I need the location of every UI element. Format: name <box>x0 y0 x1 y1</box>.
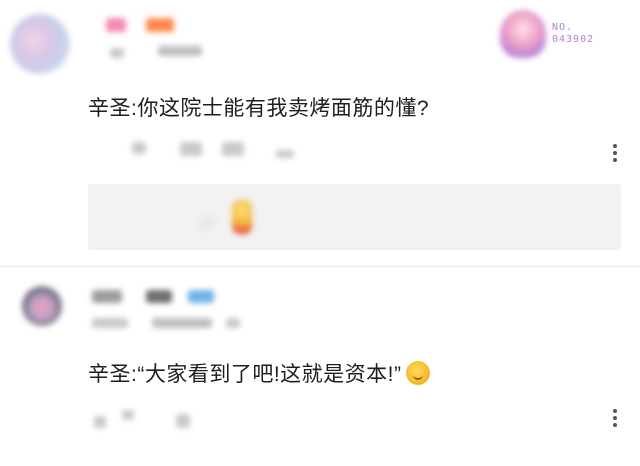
comment-item: 辛圣:你这院士能有我卖烤面筋的懂? <box>0 0 640 266</box>
username-blurred[interactable] <box>106 18 126 32</box>
meta-blurred <box>226 318 240 328</box>
reply-preview-box[interactable] <box>88 184 621 250</box>
action-blurred[interactable] <box>122 410 134 420</box>
meta-blurred <box>158 46 202 56</box>
username-blurred[interactable] <box>146 290 172 303</box>
avatar[interactable] <box>22 286 62 326</box>
reply-blurred <box>200 220 212 226</box>
level-badge-blurred <box>146 18 174 32</box>
meta-blurred <box>110 48 124 58</box>
action-blurred[interactable] <box>180 142 202 156</box>
action-blurred[interactable] <box>94 416 106 428</box>
action-blurred[interactable] <box>132 142 146 154</box>
comment-text: 辛圣:“大家看到了吧!这就是资本!” <box>88 358 430 388</box>
avatar[interactable] <box>10 14 70 74</box>
action-blurred[interactable] <box>176 414 190 428</box>
meta-blurred <box>152 318 212 328</box>
action-blurred[interactable] <box>222 142 244 156</box>
comment-text-content: 辛圣:“大家看到了吧!这就是资本!” <box>88 363 402 386</box>
more-options-icon[interactable] <box>612 409 618 427</box>
level-badge-blurred <box>188 290 214 303</box>
grimacing-face-icon <box>405 361 430 385</box>
action-blurred[interactable] <box>276 150 294 158</box>
meta-blurred <box>92 318 128 328</box>
comment-text: 辛圣:你这院士能有我卖烤面筋的懂? <box>88 97 430 120</box>
username-blurred[interactable] <box>92 290 122 303</box>
reply-emoji-blurred <box>232 200 252 234</box>
more-options-icon[interactable] <box>612 144 618 162</box>
